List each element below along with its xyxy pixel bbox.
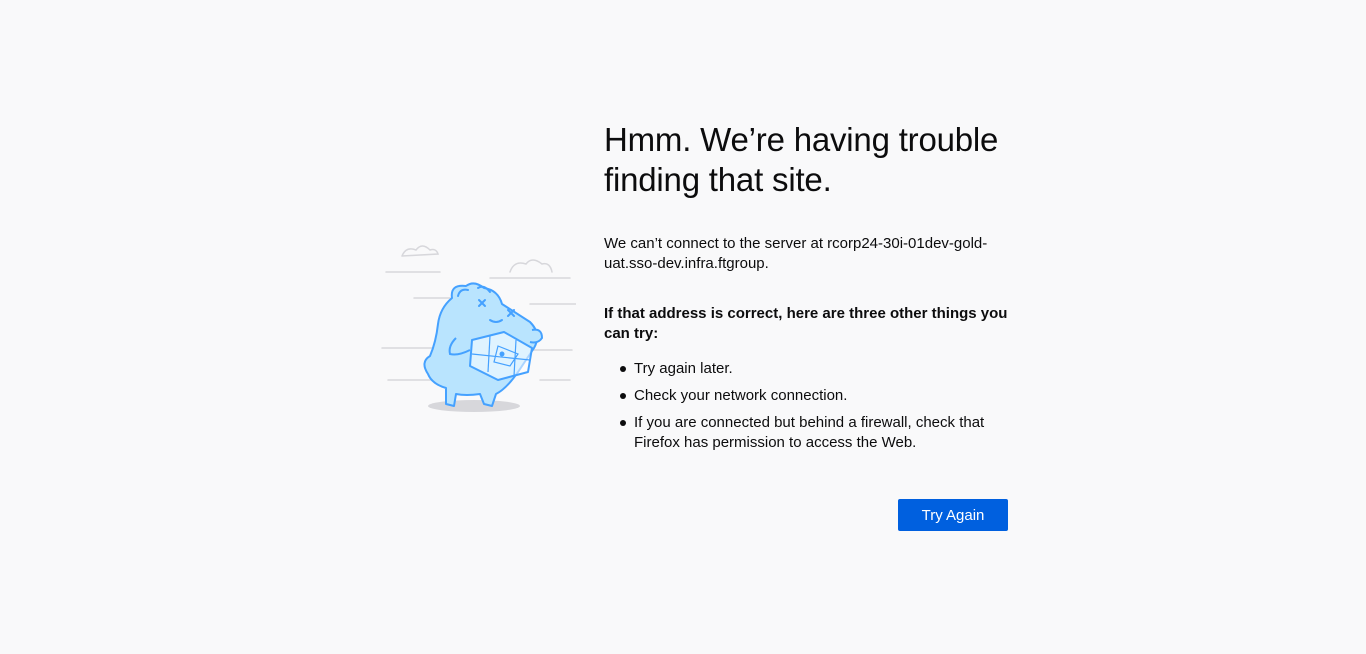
page-title: Hmm. We’re having trouble finding that s… bbox=[604, 121, 999, 198]
confused-monster-with-map-icon bbox=[380, 238, 577, 418]
list-item: If you are connected but behind a firewa… bbox=[604, 413, 1008, 453]
bullet-icon bbox=[620, 393, 626, 399]
suggestions-list: Try again later. Check your network conn… bbox=[604, 359, 1008, 453]
list-item: Check your network connection. bbox=[604, 386, 1008, 406]
error-content: Hmm. We’re having trouble finding that s… bbox=[604, 120, 1008, 460]
try-again-button[interactable]: Try Again bbox=[898, 499, 1008, 531]
button-row: Try Again bbox=[898, 499, 1008, 531]
bullet-icon bbox=[620, 366, 626, 372]
suggestion-text: If you are connected but behind a firewa… bbox=[634, 414, 985, 451]
error-page: Hmm. We’re having trouble finding that s… bbox=[0, 0, 1366, 654]
error-description: We can’t connect to the server at rcorp2… bbox=[604, 235, 988, 272]
bullet-icon bbox=[620, 420, 626, 426]
suggestions-heading: If that address is correct, here are thr… bbox=[604, 305, 1008, 342]
suggestion-text: Check your network connection. bbox=[634, 387, 848, 404]
suggestion-text: Try again later. bbox=[634, 360, 733, 377]
list-item: Try again later. bbox=[604, 359, 1008, 379]
